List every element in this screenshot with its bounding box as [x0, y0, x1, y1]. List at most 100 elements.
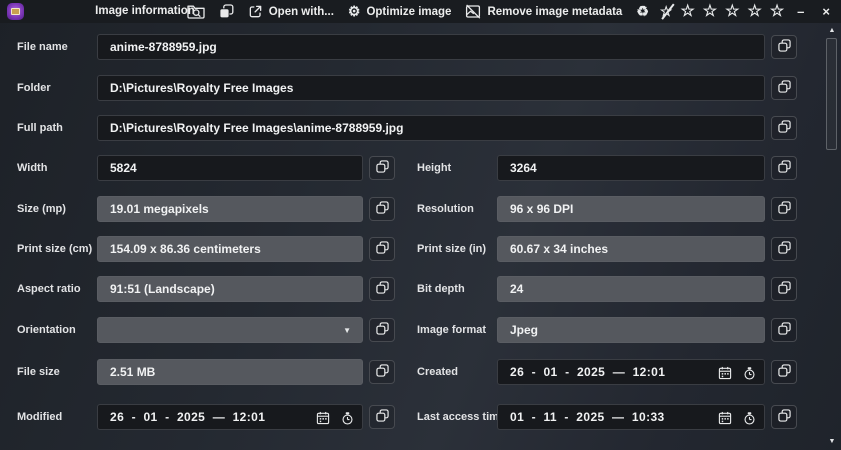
- app-logo-icon: [7, 3, 24, 20]
- external-link-icon: [248, 4, 263, 19]
- copy-created-button[interactable]: [771, 360, 797, 384]
- last-access-datetime-input[interactable]: 01 - 11 - 2025 — 10:33: [497, 404, 765, 430]
- row-print-size: Print size (cm) 154.09 x 86.36 centimete…: [0, 236, 820, 262]
- star-icon: ☆: [702, 3, 718, 20]
- last-access-label: Last access time: [417, 411, 506, 423]
- created-datetime-input[interactable]: 26 - 01 - 2025 — 12:01: [497, 359, 765, 385]
- aspect-ratio-value[interactable]: 91:51 (Landscape): [97, 276, 363, 302]
- copy-height-button[interactable]: [771, 156, 797, 180]
- full-path-input[interactable]: D:\Pictures\Royalty Free Images\anime-87…: [97, 115, 765, 141]
- close-button[interactable]: ×: [813, 1, 839, 22]
- folder-search-icon: [187, 4, 205, 19]
- copy-icon: [375, 241, 389, 257]
- copy-width-button[interactable]: [369, 156, 395, 180]
- clear-rating-button[interactable]: ☆: [656, 1, 677, 22]
- print-size-cm-label: Print size (cm): [17, 243, 93, 255]
- star-rating-4-button[interactable]: ☆: [743, 1, 765, 22]
- vertical-scrollbar[interactable]: ▲ ▼: [824, 23, 840, 450]
- star-icon: ☆: [725, 3, 740, 20]
- image-information-window: Image information Open with... ⚙ Optimiz…: [0, 0, 841, 450]
- print-size-in-label: Print size (in): [417, 243, 487, 255]
- full-path-label: Full path: [17, 122, 63, 134]
- scroll-up-icon[interactable]: ▲: [824, 26, 840, 36]
- clock-icon[interactable]: [740, 364, 758, 382]
- copy-print-in-button[interactable]: [771, 237, 797, 261]
- width-label: Width: [17, 162, 48, 174]
- calendar-icon[interactable]: [716, 409, 734, 427]
- print-size-cm-value[interactable]: 154.09 x 86.36 centimeters: [97, 236, 363, 262]
- resolution-label: Resolution: [417, 203, 474, 215]
- copy-full-path-button[interactable]: [771, 116, 797, 140]
- copy-icon: [777, 80, 791, 96]
- width-input[interactable]: 5824: [97, 155, 363, 181]
- star-icon: ☆: [769, 3, 785, 20]
- clock-icon[interactable]: [338, 409, 356, 427]
- copy-image-format-button[interactable]: [771, 318, 797, 342]
- image-format-value[interactable]: Jpeg: [497, 317, 765, 343]
- copy-last-access-button[interactable]: [771, 405, 797, 429]
- open-with-button[interactable]: Open with...: [241, 1, 341, 22]
- copy-size-mp-button[interactable]: [369, 197, 395, 221]
- modified-label: Modified: [17, 411, 63, 423]
- copy-icon: [375, 160, 389, 176]
- resolution-value[interactable]: 96 x 96 DPI: [497, 196, 765, 222]
- star-rating-5-button[interactable]: ☆: [766, 1, 788, 22]
- titlebar-actions: Open with... ⚙ Optimize image Remove ima…: [180, 0, 839, 23]
- copy-icon: [219, 4, 234, 19]
- star-rating-1-button[interactable]: ☆: [676, 1, 698, 22]
- print-size-in-value[interactable]: 60.67 x 34 inches: [497, 236, 765, 262]
- star-rating-2-button[interactable]: ☆: [699, 1, 721, 22]
- created-label: Created: [417, 366, 458, 378]
- copy-icon: [777, 120, 791, 136]
- recycle-icon: ♻: [636, 3, 649, 19]
- modified-datetime-input[interactable]: 26 - 01 - 2025 — 12:01: [97, 404, 363, 430]
- star-rating-3-button[interactable]: ☆: [721, 1, 743, 22]
- height-input[interactable]: 3264: [497, 155, 765, 181]
- orientation-label: Orientation: [17, 324, 76, 336]
- height-label: Height: [417, 162, 452, 174]
- scrollbar-thumb[interactable]: [826, 38, 837, 150]
- row-aspect-bitdepth: Aspect ratio 91:51 (Landscape) Bit depth…: [0, 276, 820, 302]
- copy-image-button[interactable]: [212, 1, 241, 22]
- locate-file-button[interactable]: [180, 1, 212, 22]
- copy-icon: [375, 364, 389, 380]
- copy-resolution-button[interactable]: [771, 197, 797, 221]
- copy-orientation-button[interactable]: [369, 318, 395, 342]
- copy-file-name-button[interactable]: [771, 35, 797, 59]
- refresh-rating-button[interactable]: ♻: [629, 1, 656, 22]
- optimize-image-button[interactable]: ⚙ Optimize image: [341, 1, 459, 22]
- copy-icon: [777, 409, 791, 425]
- file-size-value[interactable]: 2.51 MB: [97, 359, 363, 385]
- titlebar: Image information Open with... ⚙ Optimiz…: [0, 0, 841, 23]
- folder-input[interactable]: D:\Pictures\Royalty Free Images: [97, 75, 765, 101]
- remove-metadata-button[interactable]: Remove image metadata: [458, 1, 629, 22]
- calendar-icon[interactable]: [314, 409, 332, 427]
- row-width-height: Width 5824 Height 3264: [0, 155, 820, 181]
- copy-icon: [777, 201, 791, 217]
- optimize-image-label: Optimize image: [366, 5, 452, 18]
- copy-icon: [777, 322, 791, 338]
- image-format-label: Image format: [417, 324, 487, 336]
- copy-modified-button[interactable]: [369, 405, 395, 429]
- copy-print-cm-button[interactable]: [369, 237, 395, 261]
- copy-aspect-ratio-button[interactable]: [369, 277, 395, 301]
- copy-file-size-button[interactable]: [369, 360, 395, 384]
- clock-icon[interactable]: [740, 409, 758, 427]
- file-name-input[interactable]: anime-8788959.jpg: [97, 34, 765, 60]
- aspect-ratio-label: Aspect ratio: [17, 283, 81, 295]
- copy-icon: [777, 39, 791, 55]
- remove-metadata-label: Remove image metadata: [487, 5, 623, 18]
- row-filesize-created: File size 2.51 MB Created 26 - 01 - 2025…: [0, 359, 820, 385]
- copy-folder-button[interactable]: [771, 76, 797, 100]
- bit-depth-value[interactable]: 24: [497, 276, 765, 302]
- scroll-down-icon[interactable]: ▼: [824, 437, 840, 447]
- minimize-button[interactable]: –: [788, 1, 813, 22]
- size-mp-value[interactable]: 19.01 megapixels: [97, 196, 363, 222]
- size-mp-label: Size (mp): [17, 203, 66, 215]
- open-with-label: Open with...: [268, 5, 334, 18]
- orientation-dropdown[interactable]: ▼: [97, 317, 363, 343]
- calendar-icon[interactable]: [716, 364, 734, 382]
- copy-icon: [777, 160, 791, 176]
- copy-icon: [777, 364, 791, 380]
- copy-bit-depth-button[interactable]: [771, 277, 797, 301]
